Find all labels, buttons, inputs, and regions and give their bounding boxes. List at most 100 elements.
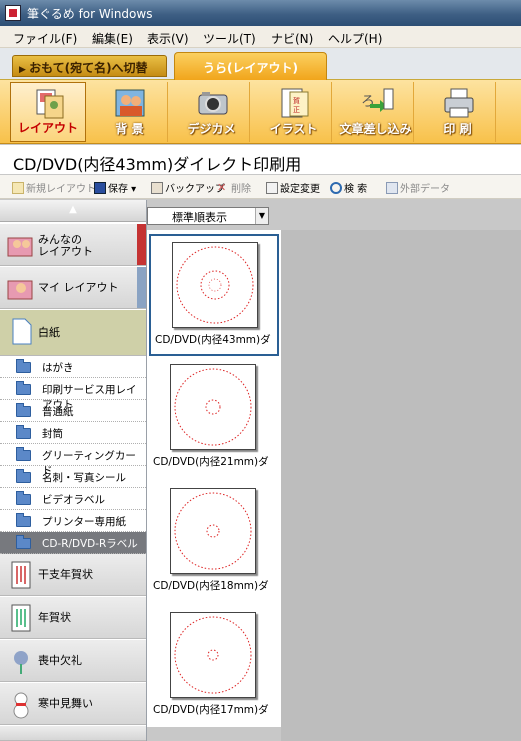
sort-order-value: 標準順表示 — [172, 211, 227, 224]
new-layout-icon — [12, 181, 24, 194]
back-layout-tab[interactable]: うら(レイアウト) — [174, 52, 327, 80]
cd-disc-outline-icon — [174, 368, 252, 446]
backup-button[interactable]: バックアップ — [151, 180, 225, 195]
text-insert-icon: ろ — [361, 88, 394, 112]
backup-label: バックアップ — [165, 184, 225, 195]
menu-file[interactable]: ファイル(F) — [13, 30, 77, 47]
folder-label: CD-R/DVD-Rラベル — [42, 538, 138, 550]
category-my-layouts[interactable]: マイ レイアウト — [0, 267, 146, 309]
category-eto-nengajo[interactable]: 干支年賀状 — [0, 554, 146, 596]
folder-label: ビデオラベル — [42, 494, 105, 506]
background-button[interactable]: 背 景 — [92, 82, 168, 142]
thumbnail-caption: CD/DVD(内径17mm)ダ — [153, 704, 269, 716]
text-insert-button[interactable]: ろ 文章差し込み — [338, 82, 414, 142]
scroll-up-button[interactable]: ▲ — [0, 200, 146, 222]
layout-button[interactable]: レイアウト — [10, 82, 86, 142]
new-layout-button[interactable]: 新規レイアウト — [12, 180, 96, 195]
layout-thumbnail[interactable]: CD/DVD(内径18mm)ダ — [149, 482, 279, 604]
text-insert-label: 文章差し込み — [339, 122, 412, 136]
layout-command-bar: 新規レイアウト 保存 ▾ バックアップ ✕ 削除 設定変更 検 索 外部データ — [0, 175, 521, 199]
folder-label: 封筒 — [42, 428, 63, 440]
page-header: CD/DVD(内径43mm)ダイレクト印刷用 — [0, 145, 521, 175]
layout-thumbnail-list: CD/DVD(内径43mm)ダ CD/DVD(内径21mm)ダ CD/DVD(内… — [147, 230, 281, 727]
folder-business-card[interactable]: 名刺・写真シール — [0, 466, 146, 488]
layout-label: レイアウト — [17, 121, 78, 135]
cd-disc-outline-icon — [174, 492, 252, 570]
category-everyone-layouts[interactable]: みんなの レイアウト — [0, 224, 146, 266]
folder-icon — [16, 469, 31, 483]
folder-postcard[interactable]: はがき — [0, 356, 146, 378]
cd-disc-outline-icon — [176, 246, 254, 324]
category-label: 年賀状 — [38, 611, 71, 624]
print-label: 印 刷 — [443, 122, 472, 136]
save-button[interactable]: 保存 ▾ — [94, 180, 136, 195]
folder-video-label[interactable]: ビデオラベル — [0, 488, 146, 510]
category-label: 干支年賀状 — [38, 568, 93, 581]
settings-label: 設定変更 — [280, 184, 320, 195]
folder-greeting-card[interactable]: グリーティングカード — [0, 444, 146, 477]
switch-to-front-tab[interactable]: ▶ おもて(宛て名)へ切替 — [12, 55, 167, 77]
layout-thumbnail[interactable]: CD/DVD(内径21mm)ダ — [149, 358, 279, 480]
layout-thumbnail[interactable]: CD/DVD(内径43mm)ダ — [149, 234, 279, 356]
menu-tools[interactable]: ツール(T) — [203, 30, 256, 47]
camera-icon — [198, 92, 228, 115]
chevron-down-icon[interactable]: ▼ — [255, 208, 268, 224]
save-icon — [94, 181, 106, 194]
thumbnail-caption: CD/DVD(内径21mm)ダ — [153, 456, 269, 468]
illustration-icon: 賀 正 — [281, 88, 309, 118]
main-toolbar: レイアウト 背 景 デジカメ 賀 正 イラスト ろ 文章差し込み 印 刷 — [0, 80, 521, 144]
folder-label: プリンター専用紙 — [42, 516, 126, 528]
snowman-icon — [13, 692, 29, 719]
folder-icon — [16, 403, 31, 417]
category-label: 白紙 — [38, 326, 60, 339]
folder-cd-dvd-label[interactable]: CD-R/DVD-Rラベル — [0, 532, 146, 554]
folder-print-service[interactable]: 印刷サービス用レイアウト — [0, 378, 146, 411]
blank-page-icon — [12, 318, 32, 345]
illustration-label: イラスト — [269, 122, 318, 136]
folder-icon — [16, 359, 31, 373]
layout-thumbnail[interactable]: CD/DVD(内径17mm)ダ — [149, 606, 279, 728]
people-icon — [7, 237, 33, 257]
menu-edit[interactable]: 編集(E) — [92, 30, 133, 47]
folder-envelope[interactable]: 封筒 — [0, 422, 146, 444]
category-nengajo[interactable]: 年賀状 — [0, 597, 146, 639]
arrow-up-icon: ▲ — [69, 204, 77, 215]
folder-printer-paper[interactable]: プリンター専用紙 — [0, 510, 146, 532]
page-title: CD/DVD(内径43mm)ダイレクト印刷用 — [13, 155, 302, 174]
layout-icon — [36, 89, 64, 119]
thumbnail-caption: CD/DVD(内径43mm)ダ — [155, 334, 271, 346]
menu-view[interactable]: 表示(V) — [147, 30, 189, 47]
background-icon — [115, 89, 145, 117]
external-data-button[interactable]: 外部データ — [386, 180, 450, 195]
category-next-partial[interactable] — [0, 726, 146, 741]
settings-button[interactable]: 設定変更 — [266, 180, 320, 195]
cd-label-preview — [170, 364, 256, 450]
menu-bar: ファイル(F) 編集(E) 表示(V) ツール(T) ナビ(N) ヘルプ(H) — [0, 26, 521, 48]
cd-label-preview — [170, 612, 256, 698]
folder-icon — [16, 425, 31, 439]
folder-label: はがき — [42, 362, 74, 374]
app-icon — [5, 5, 21, 21]
folder-plain-paper[interactable]: 普通紙 — [0, 400, 146, 422]
cd-label-preview — [170, 488, 256, 574]
category-label: 寒中見舞い — [38, 697, 93, 710]
svg-text:賀: 賀 — [293, 96, 300, 105]
mode-tab-bar: ▶ おもて(宛て名)へ切替 うら(レイアウト) — [0, 48, 521, 80]
sort-order-select[interactable]: 標準順表示 ▼ — [147, 207, 269, 225]
digicam-button[interactable]: デジカメ — [174, 82, 250, 142]
category-winter-greeting[interactable]: 寒中見舞い — [0, 683, 146, 725]
folder-icon — [16, 535, 31, 549]
menu-help[interactable]: ヘルプ(H) — [328, 30, 382, 47]
delete-button[interactable]: ✕ 削除 — [217, 180, 251, 195]
category-panel: ▲ みんなの レイアウト マイ レイアウト 白紙 はがき 印刷サービス用レイアウ… — [0, 200, 147, 741]
search-button[interactable]: 検 索 — [330, 180, 367, 195]
menu-navi[interactable]: ナビ(N) — [271, 30, 313, 47]
empty-preview-area — [281, 230, 521, 741]
illustration-button[interactable]: 賀 正 イラスト — [256, 82, 332, 142]
category-color-bar — [137, 224, 146, 265]
printer-icon — [444, 88, 474, 118]
print-button[interactable]: 印 刷 — [420, 82, 496, 142]
category-mourning[interactable]: 喪中欠礼 — [0, 640, 146, 682]
category-blank[interactable]: 白紙 — [0, 310, 146, 356]
switch-to-front-label: おもて(宛て名)へ切替 — [29, 61, 148, 75]
